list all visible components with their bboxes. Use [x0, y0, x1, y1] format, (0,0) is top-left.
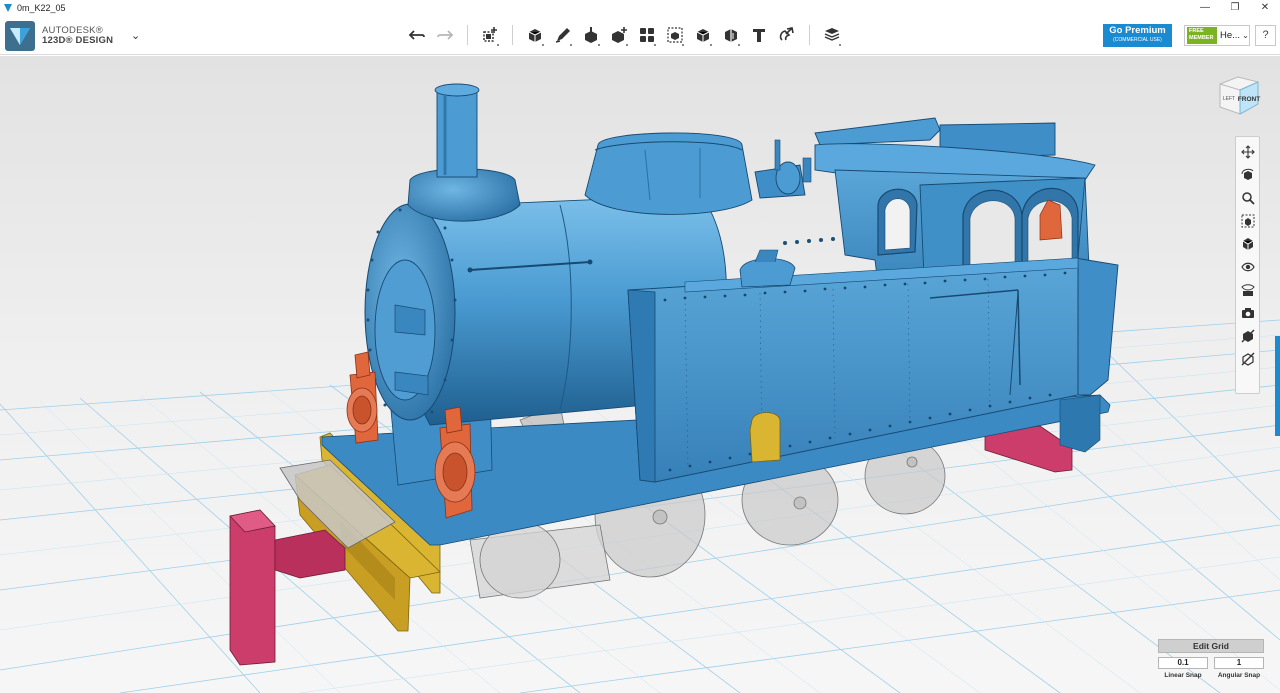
undo-icon [408, 30, 425, 40]
orbit-icon [1241, 168, 1253, 180]
view-cube[interactable]: FRONT LEFT [1212, 74, 1264, 120]
app-window: 0m_K22_05 — ❐ ✕ AUTODESK® 123D® DESIGN ⌄ [0, 0, 1280, 693]
pan-button[interactable] [1238, 140, 1258, 163]
screenshot-icon [1241, 307, 1254, 318]
outline-button[interactable] [1238, 324, 1258, 347]
free-member-badge: FREE MEMBER [1187, 27, 1217, 44]
grouping-icon [667, 27, 683, 43]
redo-icon [437, 30, 454, 40]
account-menu[interactable]: FREE MEMBER He... ⌄ [1184, 25, 1250, 46]
edit-grid-button[interactable]: Edit Grid [1158, 639, 1264, 653]
modify-button[interactable] [605, 22, 633, 48]
transform-button[interactable] [476, 22, 504, 48]
text-icon [753, 29, 765, 42]
autodesk-logo-icon [5, 21, 35, 51]
sketch-button[interactable] [549, 22, 577, 48]
transform-icon [483, 27, 497, 42]
toolbar-divider [809, 25, 810, 45]
premium-sublabel: (COMMERCIAL USE) [1113, 37, 1162, 43]
pan-icon [1240, 144, 1255, 159]
linear-snap-label: Linear Snap [1164, 672, 1202, 679]
model-scene[interactable] [0, 56, 1280, 693]
fit-button[interactable] [1238, 209, 1258, 232]
premium-label: Go Premium [1109, 25, 1166, 36]
chevron-down-icon: ⌄ [1242, 31, 1249, 40]
combine-button[interactable] [689, 22, 717, 48]
viewcube-icon: FRONT LEFT [1219, 76, 1260, 115]
combine-icon [696, 29, 710, 42]
outline-icon [1241, 329, 1254, 342]
modify-icon [612, 27, 627, 43]
maximize-button[interactable]: ❐ [1220, 0, 1250, 15]
help-button[interactable]: ? [1255, 25, 1276, 46]
material-icon [824, 28, 840, 41]
sand-dome [584, 132, 753, 215]
title-bar: 0m_K22_05 — ❐ ✕ [0, 0, 1280, 15]
undo-button[interactable] [403, 22, 431, 48]
angular-snap-label: Angular Snap [1217, 672, 1261, 679]
minimize-button[interactable]: — [1190, 0, 1220, 15]
primitives-button[interactable] [521, 22, 549, 48]
grouping-button[interactable] [661, 22, 689, 48]
materials-icon [1240, 283, 1255, 296]
angular-snap-value[interactable]: 1 [1214, 657, 1264, 669]
pattern-button[interactable] [633, 22, 661, 48]
main-toolbar: AUTODESK® 123D® DESIGN ⌄ Go Premium (COM… [0, 15, 1280, 55]
text-button[interactable] [745, 22, 773, 48]
tool-group [403, 22, 846, 48]
screenshot-button[interactable] [1238, 301, 1258, 324]
toolbar-divider [467, 25, 468, 45]
panel-collapse-handle[interactable] [1275, 336, 1280, 436]
visibility-button[interactable] [1238, 255, 1258, 278]
fit-icon [1241, 214, 1254, 227]
hidden-edges-button[interactable] [1238, 347, 1258, 370]
redo-button[interactable] [431, 22, 459, 48]
material-button[interactable] [818, 22, 846, 48]
chevron-down-icon[interactable]: ⌄ [131, 29, 140, 42]
brand-line-2: 123D® DESIGN [42, 35, 114, 46]
measure-button[interactable] [717, 22, 745, 48]
linear-snap-value[interactable]: 0.1 [1158, 657, 1208, 669]
construct-button[interactable] [577, 22, 605, 48]
measure-icon [725, 29, 737, 42]
go-premium-button[interactable]: Go Premium (COMMERCIAL USE) [1103, 24, 1172, 47]
viewcube-left-label: LEFT [1223, 96, 1235, 102]
snap-button[interactable] [773, 22, 801, 48]
grid-panel: Edit Grid 0.1 1 Linear Snap Angular Snap [1158, 639, 1266, 689]
3d-viewport[interactable]: FRONT LEFT Edit Grid 0.1 1 Linear Snap A… [0, 56, 1280, 693]
navigation-bar [1235, 136, 1260, 394]
sketch-icon [555, 28, 570, 43]
badge-line-2: MEMBER [1189, 35, 1214, 41]
construct-icon [585, 27, 597, 43]
visibility-icon [1240, 262, 1255, 271]
badge-line-1: FREE [1189, 28, 1204, 34]
view-button[interactable] [1238, 232, 1258, 255]
zoom-button[interactable] [1238, 186, 1258, 209]
viewcube-front-label: FRONT [1238, 96, 1260, 103]
rear-frame [1059, 394, 1101, 453]
window-title: 0m_K22_05 [17, 2, 66, 13]
orbit-button[interactable] [1238, 163, 1258, 186]
materials-button[interactable] [1238, 278, 1258, 301]
toolbar-divider [512, 25, 513, 45]
user-name: He... [1220, 30, 1241, 41]
snap-icon [779, 27, 794, 41]
zoom-icon [1241, 191, 1255, 205]
view-icon [1242, 237, 1253, 250]
app-menu[interactable]: AUTODESK® 123D® DESIGN ⌄ [5, 21, 140, 51]
primitives-icon [528, 29, 542, 42]
pattern-icon [640, 28, 654, 42]
close-button[interactable]: ✕ [1250, 0, 1280, 15]
hidden-icon [1241, 352, 1254, 366]
app-logo-icon [4, 3, 12, 12]
